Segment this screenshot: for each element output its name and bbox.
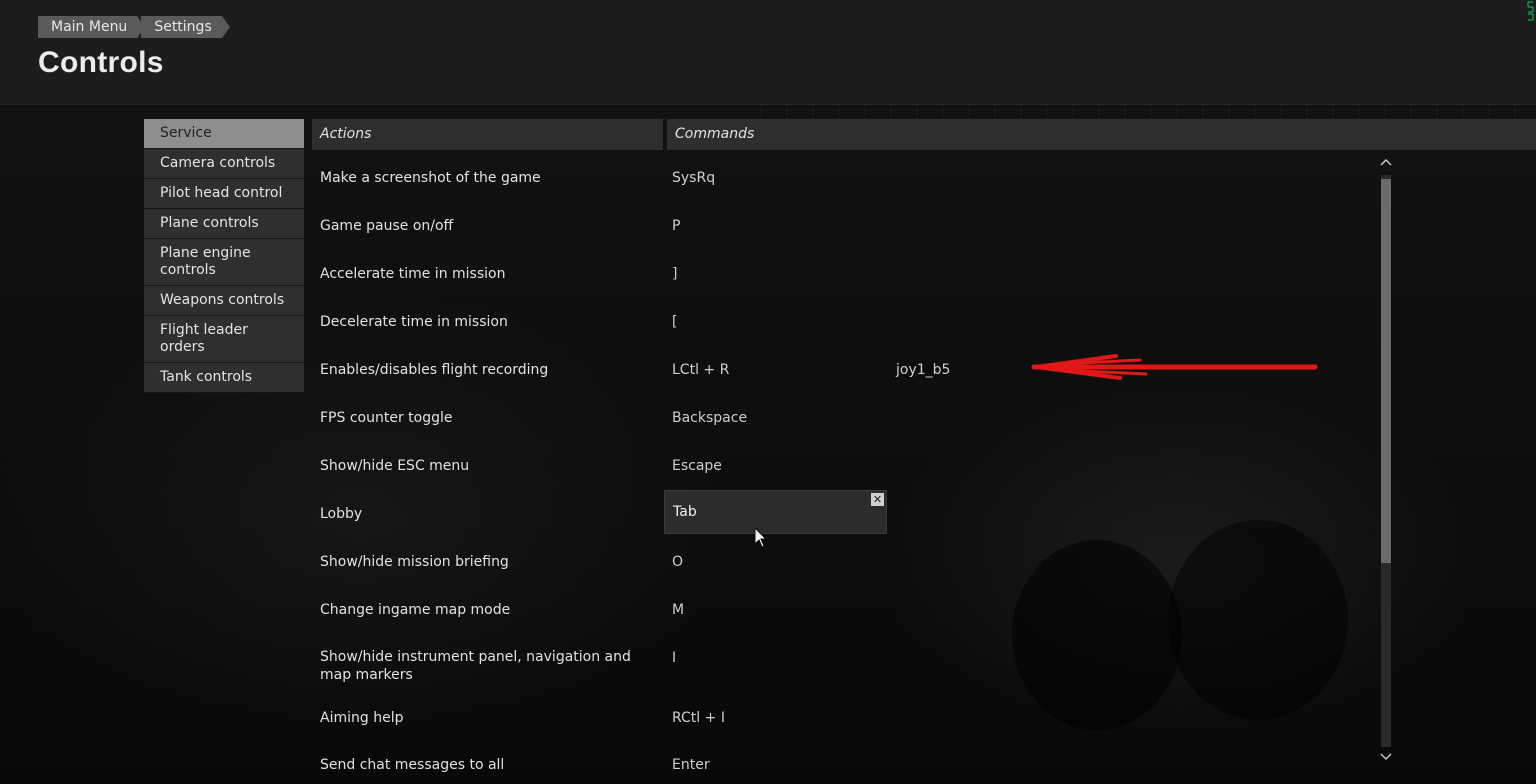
command-key[interactable]: M [672,601,684,619]
category-sidebar: Service Camera controls Pilot head contr… [144,119,304,393]
command-key[interactable]: Backspace [672,409,747,427]
sidebar-item-service[interactable]: Service [144,119,304,149]
action-label: Show/hide ESC menu [320,458,470,474]
breadcrumb-main-menu[interactable]: Main Menu [38,16,146,38]
action-label: Enables/disables flight recording [320,362,549,378]
action-label: Make a screenshot of the game [320,170,541,186]
command-key[interactable]: I [672,649,676,667]
commands-column-header: Commands [667,119,1536,150]
command-key[interactable]: ] [672,265,677,283]
command-key[interactable]: Enter [672,756,710,774]
close-icon[interactable]: ✕ [871,493,884,506]
command-key[interactable]: SysRq [672,169,715,187]
action-label: Game pause on/off [320,218,454,234]
action-label: Lobby [320,506,363,522]
action-label: Show/hide instrument panel, navigation a… [320,649,631,683]
breadcrumb-settings[interactable]: Settings [141,16,231,38]
action-label: Send chat messages to all [320,757,505,773]
chevron-down-glyph [1380,753,1392,761]
bindings-table: Make a screenshot of the game SysRq Game… [312,150,1382,784]
red-arrow-annotation [1031,354,1318,380]
sidebar-item-plane-engine-controls[interactable]: Plane engine controls [144,239,304,286]
chevron-up-icon[interactable] [1379,157,1393,169]
sidebar-item-flight-leader-orders[interactable]: Flight leader orders [144,316,304,363]
command-key[interactable]: P [672,217,680,235]
page-title: Controls [38,46,164,79]
binding-value: Tab [673,504,697,520]
scrollbar-thumb[interactable] [1381,179,1391,563]
action-label: FPS counter toggle [320,410,453,426]
action-label: Show/hide mission briefing [320,554,509,570]
command-key[interactable]: LCtl + R [672,361,729,379]
fps-counter-icon [1514,0,1536,22]
header-bar: Main Menu Settings Controls [0,0,1536,105]
action-label: Aiming help [320,710,404,726]
command-key[interactable]: RCtl + I [672,709,725,727]
sidebar-item-plane-controls[interactable]: Plane controls [144,209,304,239]
command-key-secondary[interactable]: joy1_b5 [896,361,950,379]
chevron-up-glyph [1380,158,1392,166]
mouse-cursor-icon [754,527,768,548]
sidebar-item-tank-controls[interactable]: Tank controls [144,363,304,393]
sidebar-item-camera-controls[interactable]: Camera controls [144,149,304,179]
fps-counter-glyph [1527,1,1534,21]
command-key[interactable]: O [672,553,683,571]
action-label: Accelerate time in mission [320,266,506,282]
command-key[interactable]: Escape [672,457,722,475]
chevron-down-icon[interactable] [1379,752,1393,764]
sidebar-item-pilot-head-control[interactable]: Pilot head control [144,179,304,209]
command-key[interactable]: [ [672,313,677,331]
sidebar-item-weapons-controls[interactable]: Weapons controls [144,286,304,316]
action-label: Decelerate time in mission [320,314,508,330]
key-binding-editor[interactable]: Tab ✕ [664,490,887,534]
breadcrumb: Main Menu Settings [38,16,231,38]
actions-column-header: Actions [312,119,663,150]
action-label: Change ingame map mode [320,602,511,618]
